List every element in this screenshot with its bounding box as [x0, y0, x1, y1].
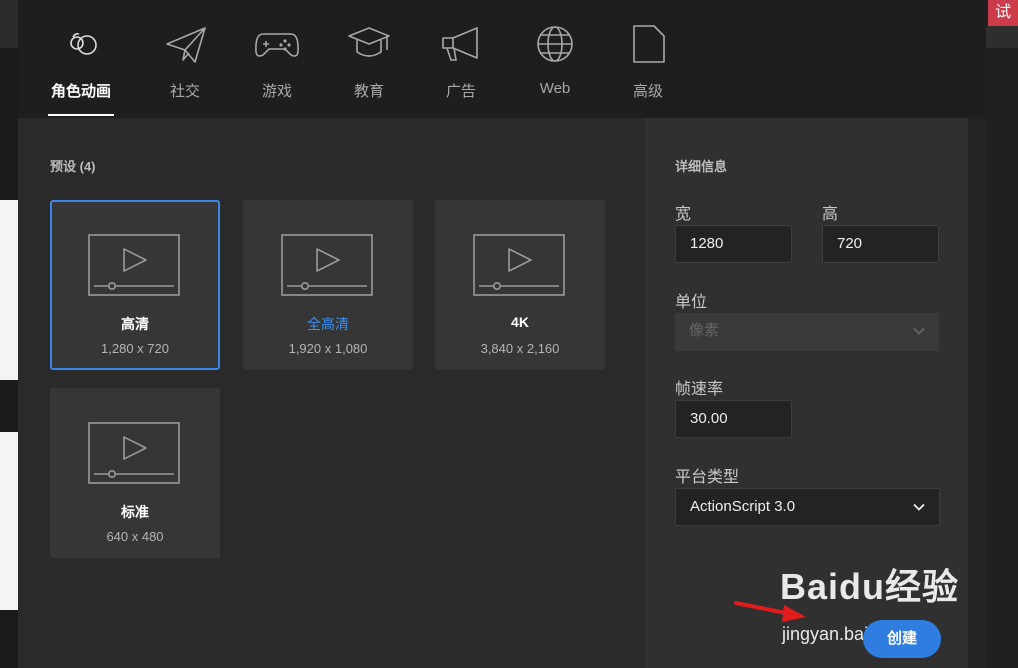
preset-size: 1,920 x 1,080	[288, 341, 368, 356]
platform-value: ActionScript 3.0	[690, 498, 796, 515]
presets-title: 预设 (4)	[50, 159, 96, 174]
background-panel	[0, 380, 18, 432]
megaphone-icon	[442, 27, 478, 61]
preset-card-4k[interactable]: 4K 3,840 x 2,160	[435, 200, 605, 370]
category-tabs: 角色动画 社交 游戏 教育 广告 Web 高级	[18, 0, 986, 118]
preset-name: 全高清	[307, 316, 349, 332]
preset-name: 高清	[121, 316, 149, 332]
frame-rate-label: 帧速率	[675, 381, 724, 398]
tab-label: 社交	[169, 83, 200, 100]
video-thumbnail-icon	[88, 234, 180, 296]
preset-card-full-hd[interactable]: 全高清 1,920 x 1,080	[243, 200, 413, 370]
height-input[interactable]: 720	[822, 225, 939, 263]
background-panel	[0, 610, 18, 668]
preset-card-hd[interactable]: 高清 1,280 x 720	[50, 200, 220, 370]
platform-select[interactable]: ActionScript 3.0	[675, 488, 940, 526]
red-arrow-annotation	[734, 601, 806, 622]
frame-rate-input[interactable]: 30.00	[675, 400, 792, 438]
create-button[interactable]: 创建	[863, 620, 941, 658]
height-label: 高	[822, 206, 839, 223]
platform-label: 平台类型	[675, 469, 740, 486]
unit-value: 像素	[689, 322, 720, 339]
character-animation-icon	[70, 33, 97, 55]
tab-ads[interactable]: 广告	[430, 0, 492, 118]
tab-label: 广告	[445, 83, 476, 100]
new-document-dialog: 角色动画 社交 游戏 教育 广告 Web 高级 预设 (4) 高清 1,280 …	[18, 0, 986, 668]
unit-select: 像素	[675, 313, 939, 351]
background-panel	[0, 0, 18, 48]
details-title: 详细信息	[675, 159, 728, 174]
active-tab-underline	[48, 114, 114, 116]
video-thumbnail-icon	[88, 422, 180, 484]
video-thumbnail-icon	[473, 234, 565, 296]
graduation-cap-icon	[348, 27, 390, 57]
presets-panel: 预设 (4) 高清 1,280 x 720 全高清 1,920 x 1,080	[18, 118, 645, 668]
preset-size: 640 x 480	[106, 529, 164, 544]
gamepad-icon	[255, 33, 299, 57]
tab-character-animation[interactable]: 角色动画	[48, 0, 114, 118]
tab-label: 高级	[632, 83, 663, 100]
chevron-down-icon	[913, 503, 925, 511]
tab-web[interactable]: Web	[524, 0, 586, 118]
width-label: 宽	[675, 206, 692, 223]
tab-label: 教育	[353, 83, 384, 100]
paper-plane-icon	[166, 27, 206, 63]
tab-label: 角色动画	[50, 83, 111, 100]
tab-game[interactable]: 游戏	[246, 0, 308, 118]
tab-label: 游戏	[261, 83, 292, 100]
preset-size: 3,840 x 2,160	[480, 341, 560, 356]
background-panel	[0, 200, 18, 380]
preset-card-standard[interactable]: 标准 640 x 480	[50, 388, 220, 558]
chevron-down-icon	[913, 327, 925, 335]
video-thumbnail-icon	[281, 234, 373, 296]
preset-name: 标准	[121, 504, 149, 520]
tab-education[interactable]: 教育	[338, 0, 400, 118]
unit-label: 单位	[675, 294, 708, 311]
corner-badge[interactable]: 试	[988, 0, 1018, 26]
width-input[interactable]: 1280	[675, 225, 792, 263]
background-panel	[986, 0, 1018, 668]
background-panel	[0, 432, 18, 610]
tab-advanced[interactable]: 高级	[617, 0, 679, 118]
document-icon	[633, 25, 665, 63]
tab-social[interactable]: 社交	[154, 0, 216, 118]
tab-label: Web	[539, 80, 571, 97]
background-panel	[0, 48, 18, 200]
globe-icon	[537, 26, 573, 62]
preset-name: 4K	[511, 314, 529, 330]
preset-size: 1,280 x 720	[101, 341, 169, 356]
